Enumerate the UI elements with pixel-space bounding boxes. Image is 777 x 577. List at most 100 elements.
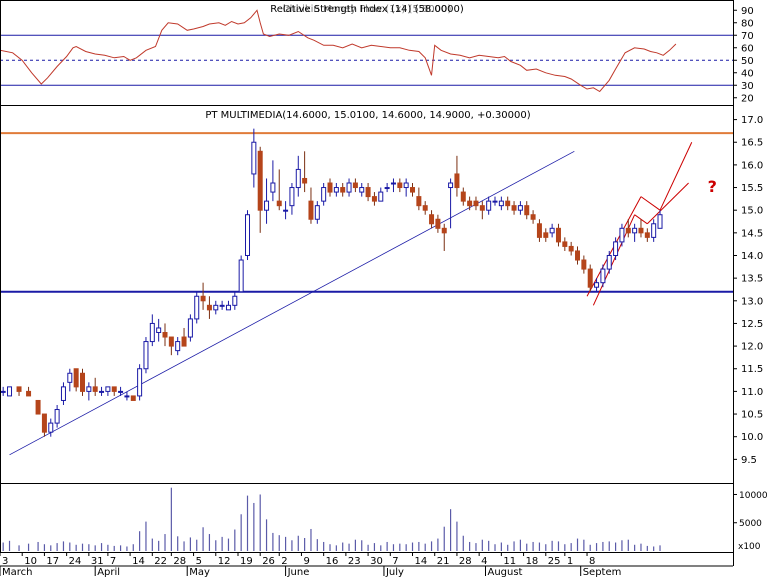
- volume-tick-label: 10000: [739, 491, 768, 501]
- candle-body: [543, 232, 549, 238]
- candle-body: [99, 390, 105, 393]
- volume-scale-note: x100: [738, 542, 761, 552]
- candle-body: [365, 187, 371, 198]
- candle-body: [517, 205, 523, 211]
- candle-body: [111, 386, 117, 392]
- price-tick-label: 17.0: [741, 115, 763, 126]
- candle-body: [657, 214, 663, 229]
- candle-body: [60, 386, 66, 401]
- date-tick-label: 17: [46, 556, 59, 567]
- rsi-tick-label: 70: [741, 31, 754, 42]
- candle-body: [644, 232, 650, 238]
- candle-body: [536, 223, 542, 238]
- candle-body: [289, 187, 295, 207]
- rsi-tick-label: 30: [741, 81, 754, 92]
- candle-body: [225, 304, 231, 311]
- candle-body: [505, 200, 511, 207]
- price-tick-label: 9.5: [741, 455, 757, 466]
- candle-body: [371, 196, 377, 202]
- question-mark-annotation: ?: [708, 177, 717, 196]
- date-tick-label: 21: [437, 556, 450, 567]
- candle-body: [175, 341, 181, 352]
- price-tick-label: 12.5: [741, 319, 763, 330]
- candle-body: [492, 200, 498, 203]
- candle-body: [460, 191, 466, 202]
- price-tick-label: 12.0: [741, 342, 763, 353]
- candle-body: [276, 200, 282, 207]
- candle-body: [92, 386, 98, 392]
- candle-body: [118, 390, 124, 393]
- candle-body: [632, 227, 638, 234]
- candle-body: [264, 200, 270, 211]
- candle-body: [594, 282, 600, 288]
- candle-body: [651, 223, 657, 238]
- candle-body: [575, 250, 581, 261]
- candle-body: [0, 390, 6, 393]
- candle-body: [143, 341, 149, 370]
- candle-body: [422, 205, 428, 211]
- candle-body: [486, 200, 492, 211]
- candle-body: [378, 191, 384, 202]
- date-tick-label: 31: [91, 556, 104, 567]
- candle-body: [333, 187, 339, 193]
- candle-body: [257, 150, 263, 211]
- candle-body: [562, 241, 568, 247]
- date-tick-label: 14: [415, 556, 428, 567]
- month-label: March: [2, 567, 32, 577]
- channel-line: [640, 196, 661, 211]
- price-panel: PT MULTIMEDIA(14.6000, 15.0100, 14.6000,…: [0, 110, 763, 466]
- candle-body: [54, 409, 60, 424]
- price-tick-label: 14.5: [741, 228, 763, 239]
- date-tick-label: 23: [348, 556, 361, 567]
- price-tick-label: 16.5: [741, 138, 763, 149]
- candle-body: [429, 214, 435, 225]
- date-tick-label: 7: [392, 556, 398, 567]
- candle-body: [35, 399, 41, 415]
- candle-body: [232, 295, 238, 306]
- candle-body: [390, 182, 396, 185]
- candle-body: [124, 395, 130, 398]
- candle-body: [7, 386, 13, 397]
- month-label: Septem: [583, 567, 622, 577]
- price-title: PT MULTIMEDIA(14.6000, 15.0100, 14.6000,…: [205, 110, 530, 121]
- date-tick-label: 14: [132, 556, 145, 567]
- rsi-line: [0, 9, 677, 93]
- date-tick-label: 24: [69, 556, 82, 567]
- candle-body: [295, 168, 301, 189]
- candle-body: [524, 205, 530, 216]
- candle-body: [302, 177, 308, 184]
- rsi-tick-label: 50: [741, 56, 754, 67]
- candle-body: [340, 187, 346, 193]
- month-label: April: [97, 567, 120, 577]
- candle-body: [625, 227, 631, 234]
- stock-chart: Relative Strength Index (14) (58.0000) C…: [0, 0, 768, 577]
- candle-body: [467, 200, 473, 207]
- price-tick-label: 15.0: [741, 206, 763, 217]
- date-tick-label: 9: [303, 556, 309, 567]
- candle-body: [181, 336, 187, 347]
- date-tick-label: 19: [240, 556, 253, 567]
- date-tick-label: 7: [110, 556, 116, 567]
- price-tick-label: 10.0: [741, 432, 763, 443]
- rsi-tick-label: 60: [741, 43, 754, 54]
- date-tick-label: 10: [24, 556, 37, 567]
- date-tick-label: 1: [567, 556, 573, 567]
- candle-body: [283, 209, 289, 212]
- date-tick-label: 18: [526, 556, 539, 567]
- month-label: May: [189, 567, 210, 577]
- candle-body: [308, 200, 314, 220]
- date-tick-label: 8: [589, 556, 595, 567]
- month-label: August: [487, 567, 522, 577]
- candle-body: [48, 422, 54, 433]
- candle-body: [555, 227, 561, 243]
- rsi-tick-label: 40: [741, 68, 754, 79]
- candle-body: [479, 205, 485, 211]
- price-tick-label: 14.0: [741, 251, 763, 262]
- date-tick-label: 11: [503, 556, 516, 567]
- candle-body: [416, 196, 422, 207]
- candle-body: [384, 187, 390, 190]
- candle-body: [200, 295, 206, 302]
- rsi-tick-label: 80: [741, 18, 754, 29]
- candle-body: [352, 182, 358, 189]
- candle-body: [568, 245, 574, 252]
